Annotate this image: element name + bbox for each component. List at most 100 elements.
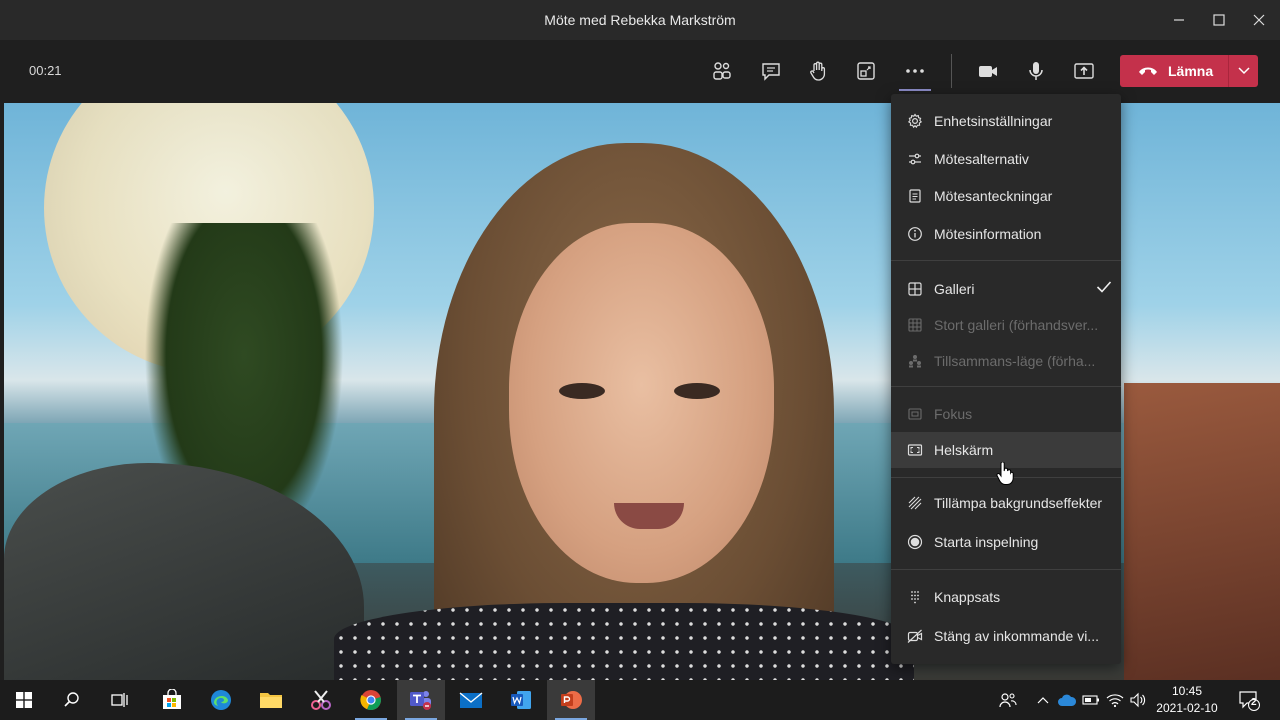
menu-item-together-mode: Tillsammans-läge (förha... xyxy=(891,343,1121,379)
tray-volume[interactable] xyxy=(1127,680,1149,720)
windows-logo-icon xyxy=(16,692,32,708)
rooms-button[interactable] xyxy=(846,51,886,91)
focus-icon xyxy=(906,405,924,423)
search-icon xyxy=(64,692,79,707)
menu-item-gallery[interactable]: Galleri xyxy=(891,271,1121,307)
participant-face xyxy=(509,223,774,583)
participants-button[interactable] xyxy=(702,51,742,91)
minimize-button[interactable] xyxy=(1159,0,1199,40)
menu-item-focus: Fokus xyxy=(891,396,1121,432)
menu-item-background-effects[interactable]: Tillämpa bakgrundseffekter xyxy=(891,485,1121,521)
taskbar-mail[interactable] xyxy=(447,680,495,720)
share-button[interactable] xyxy=(1064,51,1104,91)
gear-icon xyxy=(906,112,924,130)
menu-item-label: Stäng av inkommande vi... xyxy=(934,628,1099,644)
mail-icon xyxy=(459,692,483,708)
leave-button[interactable]: Lämna xyxy=(1120,55,1228,87)
chat-button[interactable] xyxy=(751,51,791,91)
edge-icon xyxy=(211,690,231,710)
powerpoint-icon xyxy=(561,691,582,709)
menu-item-label: Starta inspelning xyxy=(934,534,1039,550)
store-icon xyxy=(163,689,181,709)
hand-cursor-icon xyxy=(996,462,1014,485)
taskbar-powerpoint[interactable] xyxy=(547,680,595,720)
menu-item-label: Mötesalternativ xyxy=(934,151,1029,167)
taskbar-store[interactable] xyxy=(148,680,196,720)
more-actions-button[interactable] xyxy=(895,51,935,91)
menu-item-large-gallery: Stort galleri (förhandsver... xyxy=(891,307,1121,343)
breakout-rooms-icon xyxy=(857,62,875,80)
volume-icon xyxy=(1130,692,1146,708)
participants-icon xyxy=(713,62,731,80)
together-icon xyxy=(906,352,924,370)
close-icon xyxy=(1253,14,1265,26)
snip-sketch-icon xyxy=(311,690,331,710)
background-rocks-right xyxy=(1124,383,1280,680)
taskbar-file-explorer[interactable] xyxy=(247,680,295,720)
chat-icon xyxy=(762,63,780,81)
clock-time: 10:45 xyxy=(1171,684,1203,698)
notes-icon xyxy=(906,187,924,205)
more-icon xyxy=(906,69,924,73)
microphone-button[interactable] xyxy=(1016,51,1056,91)
menu-divider xyxy=(891,260,1121,261)
tray-battery[interactable] xyxy=(1080,680,1102,720)
maximize-icon xyxy=(1213,14,1225,26)
camera-button[interactable] xyxy=(968,51,1008,91)
participant-right-eye xyxy=(674,383,720,399)
tray-show-hidden[interactable] xyxy=(1034,680,1052,720)
cloud-icon xyxy=(1058,694,1077,706)
menu-divider xyxy=(891,569,1121,570)
leave-options-button[interactable] xyxy=(1229,55,1258,87)
taskbar-edge[interactable] xyxy=(197,680,245,720)
menu-item-label: Fokus xyxy=(934,406,973,422)
teams-icon xyxy=(410,691,431,710)
tray-wifi[interactable] xyxy=(1104,680,1126,720)
window-titlebar: Möte med Rebekka Markström xyxy=(0,0,1280,40)
task-view-icon xyxy=(111,693,128,707)
video-off-icon xyxy=(906,627,924,645)
taskbar-snip-sketch[interactable] xyxy=(297,680,345,720)
minimize-icon xyxy=(1174,19,1184,21)
taskbar-teams[interactable] xyxy=(397,680,445,720)
windows-taskbar: 10:45 2021-02-10 2 xyxy=(0,680,1280,720)
battery-icon xyxy=(1082,695,1099,705)
clock-date: 2021-02-10 xyxy=(1156,701,1218,715)
people-icon xyxy=(999,693,1017,708)
close-button[interactable] xyxy=(1239,0,1279,40)
record-icon xyxy=(906,533,924,551)
taskbar-search-button[interactable] xyxy=(48,680,96,720)
window-title: Möte med Rebekka Markström xyxy=(544,12,736,28)
menu-item-meeting-info[interactable]: Mötesinformation xyxy=(891,216,1121,252)
chevron-down-icon xyxy=(1237,67,1250,75)
more-active-indicator xyxy=(899,89,931,91)
menu-item-device-settings[interactable]: Enhetsinställningar xyxy=(891,103,1121,139)
menu-item-meeting-notes[interactable]: Mötesanteckningar xyxy=(891,178,1121,214)
menu-item-meeting-options[interactable]: Mötesalternativ xyxy=(891,141,1121,177)
menu-item-start-recording[interactable]: Starta inspelning xyxy=(891,524,1121,560)
task-view-button[interactable] xyxy=(96,680,144,720)
participant-left-eye xyxy=(559,383,605,399)
taskbar-word[interactable] xyxy=(497,680,545,720)
start-button[interactable] xyxy=(0,680,48,720)
notification-count: 2 xyxy=(1251,697,1257,708)
word-icon xyxy=(511,691,531,709)
action-center-button[interactable]: 2 xyxy=(1234,680,1264,720)
menu-item-label: Enhetsinställningar xyxy=(934,113,1053,129)
raise-hand-button[interactable] xyxy=(798,51,838,91)
menu-item-dialpad[interactable]: Knappsats xyxy=(891,579,1121,615)
menu-divider xyxy=(891,386,1121,387)
maximize-button[interactable] xyxy=(1199,0,1239,40)
menu-item-label: Helskärm xyxy=(934,442,994,458)
sliders-icon xyxy=(906,150,924,168)
taskbar-clock[interactable]: 10:45 2021-02-10 xyxy=(1150,683,1224,717)
checkmark-icon xyxy=(1096,280,1112,297)
call-timer: 00:21 xyxy=(29,63,62,78)
taskbar-chrome[interactable] xyxy=(347,680,395,720)
microphone-icon xyxy=(1029,62,1043,80)
wifi-icon xyxy=(1106,694,1124,708)
tray-onedrive[interactable] xyxy=(1056,680,1078,720)
menu-item-turn-off-incoming-video[interactable]: Stäng av inkommande vi... xyxy=(891,618,1121,654)
tray-people[interactable] xyxy=(994,680,1022,720)
folder-icon xyxy=(260,693,282,708)
